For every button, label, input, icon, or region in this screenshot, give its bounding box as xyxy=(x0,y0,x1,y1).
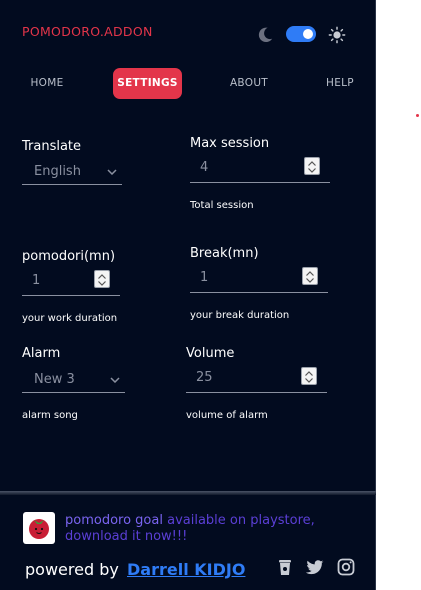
pomodori-hint: your work duration xyxy=(22,313,118,324)
instagram-icon[interactable] xyxy=(336,557,356,577)
sun-icon[interactable] xyxy=(328,26,346,44)
pomodori-label: pomodori(mn) xyxy=(22,249,116,264)
tab-settings[interactable]: SETTINGS xyxy=(113,68,182,99)
alarm-value: New 3 xyxy=(34,372,75,387)
powered-by-label: powered by xyxy=(25,560,119,579)
pomodoro-goal-app-icon[interactable] xyxy=(23,512,55,544)
stepper-down-icon[interactable] xyxy=(308,168,316,173)
tab-help[interactable]: HELP xyxy=(320,68,360,99)
app-title: POMODORO.ADDON xyxy=(22,24,153,39)
tomato-icon xyxy=(29,519,49,539)
stepper-down-icon[interactable] xyxy=(306,278,314,283)
break-input[interactable]: 1 xyxy=(190,267,328,293)
max-session-value: 4 xyxy=(200,160,209,175)
coffee-cup-icon[interactable] xyxy=(275,557,295,577)
chevron-down-icon xyxy=(110,377,120,383)
pomodori-stepper[interactable] xyxy=(94,270,110,288)
pomodori-value: 1 xyxy=(32,273,41,288)
stepper-up-icon[interactable] xyxy=(308,161,316,166)
pomodori-input[interactable]: 1 xyxy=(22,270,120,296)
stepper-up-icon[interactable] xyxy=(305,371,313,376)
volume-value: 25 xyxy=(196,370,213,385)
stepper-down-icon[interactable] xyxy=(305,378,313,383)
alarm-hint: alarm song xyxy=(22,410,78,421)
promo-app-name[interactable]: pomodoro goal xyxy=(65,513,163,528)
max-session-label: Max session xyxy=(190,136,270,151)
max-session-hint: Total session xyxy=(190,200,254,211)
break-hint: your break duration xyxy=(190,310,290,321)
break-label: Break(mn) xyxy=(190,246,259,261)
dark-mode-toggle[interactable] xyxy=(286,26,316,42)
settings-panel: POMODORO.ADDON HOME SETTINGS ABOUT HELP … xyxy=(0,0,376,590)
stepper-up-icon[interactable] xyxy=(98,274,106,279)
tab-home[interactable]: HOME xyxy=(22,68,72,99)
alarm-select[interactable]: New 3 xyxy=(22,367,125,393)
moon-icon[interactable] xyxy=(256,26,274,44)
translate-select[interactable]: English xyxy=(22,159,122,185)
translate-value: English xyxy=(34,164,81,179)
alarm-label: Alarm xyxy=(22,346,61,361)
volume-hint: volume of alarm xyxy=(186,410,268,421)
tab-about[interactable]: ABOUT xyxy=(224,68,274,99)
author-link[interactable]: Darrell KIDJO xyxy=(127,560,245,579)
volume-input[interactable]: 25 xyxy=(186,367,327,393)
stepper-down-icon[interactable] xyxy=(98,281,106,286)
translate-label: Translate xyxy=(22,139,82,154)
max-session-input[interactable]: 4 xyxy=(190,157,330,183)
twitter-icon[interactable] xyxy=(305,557,325,577)
stepper-up-icon[interactable] xyxy=(306,271,314,276)
max-session-stepper[interactable] xyxy=(304,157,320,175)
chevron-down-icon xyxy=(107,169,117,175)
footer-divider xyxy=(0,491,376,495)
break-stepper[interactable] xyxy=(302,267,318,285)
volume-stepper[interactable] xyxy=(301,367,317,385)
toggle-knob xyxy=(303,29,313,39)
volume-label: Volume xyxy=(186,346,235,361)
cursor-dot xyxy=(416,114,419,117)
break-value: 1 xyxy=(200,270,209,285)
promo-text[interactable]: pomodoro goal available on playstore, do… xyxy=(65,513,335,545)
